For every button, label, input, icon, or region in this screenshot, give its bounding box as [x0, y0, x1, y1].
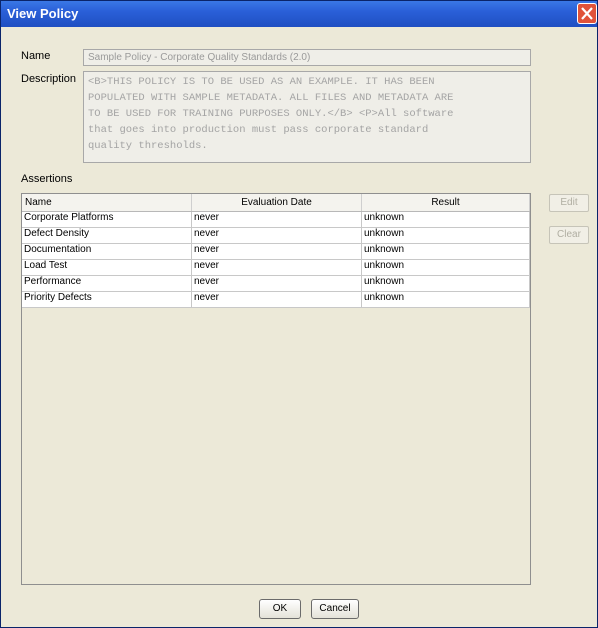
cell-evaluation-date: never: [192, 292, 362, 307]
description-label: Description: [21, 73, 77, 85]
table-row[interactable]: Corporate Platforms never unknown: [22, 212, 530, 228]
cell-name: Load Test: [22, 260, 192, 275]
cell-evaluation-date: never: [192, 276, 362, 291]
name-label: Name: [21, 50, 51, 62]
cell-name: Corporate Platforms: [22, 212, 192, 227]
description-line: TO BE USED FOR TRAINING PURPOSES ONLY.</…: [88, 108, 454, 120]
view-policy-dialog: View Policy Name Sample Policy - Corpora…: [0, 0, 598, 628]
cell-result: unknown: [362, 292, 530, 307]
column-header-name[interactable]: Name: [22, 194, 192, 211]
title-bar[interactable]: View Policy: [1, 1, 597, 27]
cell-name: Documentation: [22, 244, 192, 259]
cell-evaluation-date: never: [192, 260, 362, 275]
cell-result: unknown: [362, 276, 530, 291]
table-row[interactable]: Load Test never unknown: [22, 260, 530, 276]
close-button[interactable]: [577, 3, 597, 24]
ok-button[interactable]: OK: [259, 599, 301, 619]
cell-name: Priority Defects: [22, 292, 192, 307]
name-field[interactable]: Sample Policy - Corporate Quality Standa…: [83, 49, 531, 66]
cell-result: unknown: [362, 244, 530, 259]
clear-button[interactable]: Clear: [549, 226, 589, 244]
assertions-table[interactable]: Name Evaluation Date Result Corporate Pl…: [21, 193, 531, 585]
cell-evaluation-date: never: [192, 244, 362, 259]
assertions-label: Assertions: [21, 173, 73, 185]
close-icon: [581, 7, 593, 20]
column-header-result[interactable]: Result: [362, 194, 530, 211]
description-line: POPULATED WITH SAMPLE METADATA. ALL FILE…: [88, 92, 454, 104]
cancel-button[interactable]: Cancel: [311, 599, 359, 619]
cell-evaluation-date: never: [192, 228, 362, 243]
table-row[interactable]: Performance never unknown: [22, 276, 530, 292]
table-header: Name Evaluation Date Result: [22, 194, 530, 212]
column-header-evaluation-date[interactable]: Evaluation Date: [192, 194, 362, 211]
cell-result: unknown: [362, 260, 530, 275]
cell-evaluation-date: never: [192, 212, 362, 227]
table-row[interactable]: Defect Density never unknown: [22, 228, 530, 244]
cell-result: unknown: [362, 228, 530, 243]
cell-name: Performance: [22, 276, 192, 291]
table-row[interactable]: Priority Defects never unknown: [22, 292, 530, 308]
table-row[interactable]: Documentation never unknown: [22, 244, 530, 260]
window-title: View Policy: [7, 6, 79, 21]
cell-result: unknown: [362, 212, 530, 227]
description-field[interactable]: <B>THIS POLICY IS TO BE USED AS AN EXAMP…: [83, 71, 531, 163]
edit-button[interactable]: Edit: [549, 194, 589, 212]
table-body: Corporate Platforms never unknown Defect…: [22, 212, 530, 308]
description-line: quality thresholds.: [88, 140, 208, 152]
cell-name: Defect Density: [22, 228, 192, 243]
description-line: that goes into production must pass corp…: [88, 124, 429, 136]
description-line: <B>THIS POLICY IS TO BE USED AS AN EXAMP…: [88, 76, 435, 88]
